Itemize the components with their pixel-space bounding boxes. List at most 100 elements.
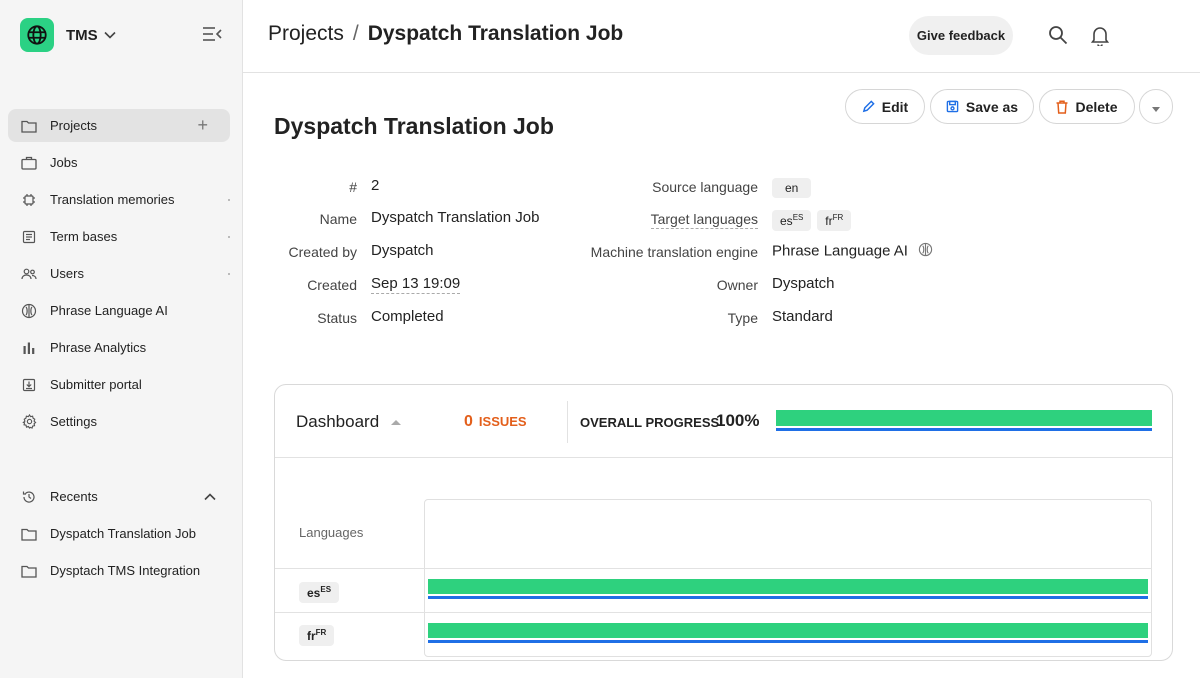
language-region: FR [315,628,327,637]
created-label: Created [307,277,357,293]
gear-icon [21,414,37,430]
caret-up-icon[interactable] [391,420,401,425]
folder-icon [21,118,37,134]
divider [567,401,568,443]
sidebar-item-settings[interactable]: Settings [8,405,230,438]
language-region: ES [320,585,332,594]
users-icon [21,266,37,282]
breadcrumb-current: Dyspatch Translation Job [367,22,624,45]
recents-list: Dyspatch Translation Job Dysptach TMS In… [8,517,230,591]
language-tag: en [772,178,812,198]
globe-icon [20,18,54,52]
language-progress-bar-fr[interactable] [428,623,1148,638]
briefcase-icon [21,155,37,171]
recent-item[interactable]: Dyspatch Translation Job [8,517,230,550]
save-icon [946,100,959,113]
chevron-up-icon[interactable] [204,489,216,504]
issues-indicator[interactable]: 0 ISSUES [464,413,527,431]
mt-engine-label: Machine translation engine [590,244,758,260]
name-value: Dyspatch Translation Job [371,209,540,226]
owner-value: Dyspatch [772,275,835,292]
sidebar-item-jobs[interactable]: Jobs [8,146,230,179]
inbox-icon [21,377,37,393]
delete-button[interactable]: Delete [1039,89,1135,124]
language-row-tag-es: esES [299,582,340,603]
created-by-label: Created by [288,244,357,260]
sidebar-item-label: Phrase Language AI [50,303,168,318]
more-dot [228,273,230,275]
trash-icon [1056,99,1068,114]
status-value: Completed [371,308,444,325]
created-value: Sep 13 19:09 [371,275,461,294]
collapse-sidebar-icon[interactable] [202,26,222,44]
folder-icon [21,563,37,579]
language-progress-bar-es[interactable] [428,579,1148,594]
folder-icon [21,526,37,542]
created-date: Sep 13 19:09 [371,275,461,294]
memory-icon [21,192,37,208]
owner-label: Owner [716,277,758,293]
caret-down-icon [1152,99,1160,115]
language-code: es [780,214,793,228]
language-tag-fr: frFR [817,210,852,231]
language-code: es [307,586,321,600]
app-name: TMS [66,26,98,44]
sidebar-item-label: Translation memories [50,192,175,207]
overall-progress-label: OVERALL PROGRESS [580,415,720,430]
recent-item-label: Dysptach TMS Integration [50,563,201,578]
status-label: Status [317,310,357,326]
sidebar-item-label: Phrase Analytics [50,340,147,355]
breadcrumb-projects[interactable]: Projects [268,22,344,46]
dashboard-header[interactable]: Dashboard 0 ISSUES OVERALL PROGRESS 100% [275,385,1172,458]
language-ai-icon [918,242,933,261]
issues-label: ISSUES [478,414,527,429]
name-label: Name [319,211,357,227]
sidebar-item-label: Users [50,266,84,281]
delete-label: Delete [1075,98,1118,115]
language-progress-line-es [428,596,1148,599]
sidebar-item-projects[interactable]: Projects + [8,109,230,142]
language-tag-es: esES [772,210,812,231]
overall-progress-value: 100% [716,411,760,430]
dashboard-title: Dashboard [296,412,380,431]
source-language-value: en [772,178,812,198]
sidebar-item-label: Term bases [50,229,118,244]
recent-item[interactable]: Dysptach TMS Integration [8,554,230,587]
recent-item-label: Dyspatch Translation Job [50,526,196,541]
languages-label: Languages [299,525,364,540]
language-row-tag-fr: frFR [299,625,335,646]
created-by-value: Dyspatch [371,242,434,259]
sidebar-item-submitter-portal[interactable]: Submitter portal [8,368,230,401]
sidebar-item-label: Settings [50,414,97,429]
edit-button[interactable]: Edit [845,89,925,124]
mt-engine-name: Phrase Language AI [772,242,908,260]
language-region: ES [792,213,804,222]
bell-icon[interactable] [1090,25,1111,48]
search-icon[interactable] [1048,25,1070,47]
target-languages-label[interactable]: Target languages [650,211,758,229]
app-switcher[interactable]: TMS [20,18,116,52]
sidebar-item-label: Projects [50,118,97,133]
type-value: Standard [772,308,833,325]
add-project-button[interactable]: + [197,116,208,134]
number-label: # [349,179,357,195]
sidebar-item-phrase-analytics[interactable]: Phrase Analytics [8,331,230,364]
overall-progress-bar [776,410,1152,426]
more-dot [228,236,230,238]
mt-engine-value: Phrase Language AI [772,242,933,261]
target-languages-label-wrap: Target languages [558,211,758,229]
chevron-down-icon [104,26,116,44]
recents-header[interactable]: Recents [8,480,230,513]
give-feedback-button[interactable]: Give feedback [909,16,1013,55]
language-code: fr [307,629,316,643]
language-code: fr [825,214,833,228]
edit-label: Edit [881,98,909,115]
language-region: FR [832,213,844,222]
more-actions-button[interactable] [1139,89,1173,124]
row-divider [275,612,1152,613]
top-bar: Projects / Dyspatch Translation Job Give… [243,0,1200,73]
book-icon [21,229,37,245]
type-label: Type [727,310,758,326]
sidebar: TMS Projects + Jobs Translation memories… [0,0,243,678]
save-as-button[interactable]: Save as [930,89,1034,124]
